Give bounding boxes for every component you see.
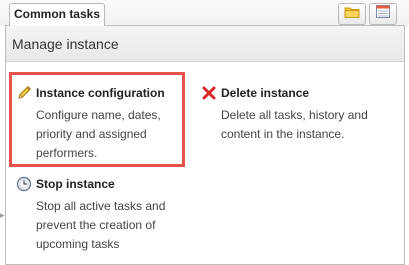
task-description: Delete all tasks, history and content in…	[221, 108, 368, 141]
calendar-icon	[375, 4, 391, 24]
tab-common-tasks[interactable]: Common tasks	[9, 3, 105, 26]
tab-bar: Common tasks	[0, 0, 409, 26]
task-stop-instance[interactable]: Stop instance Stop all active tasks and …	[16, 176, 206, 256]
delete-x-icon	[201, 85, 217, 101]
stop-clock-icon	[16, 176, 32, 192]
panel-title: Manage instance	[6, 26, 404, 62]
task-description: Stop all active tasks and prevent the cr…	[36, 199, 166, 251]
collapse-handle[interactable]: ▸	[0, 209, 5, 221]
task-title[interactable]: Delete instance	[221, 85, 309, 101]
folder-button[interactable]	[338, 3, 366, 25]
folder-icon	[344, 5, 360, 24]
task-delete-instance[interactable]: Delete instance Delete all tasks, histor…	[201, 85, 401, 145]
calendar-button[interactable]	[369, 3, 397, 25]
task-title[interactable]: Stop instance	[36, 176, 115, 192]
highlight-box	[9, 72, 185, 167]
